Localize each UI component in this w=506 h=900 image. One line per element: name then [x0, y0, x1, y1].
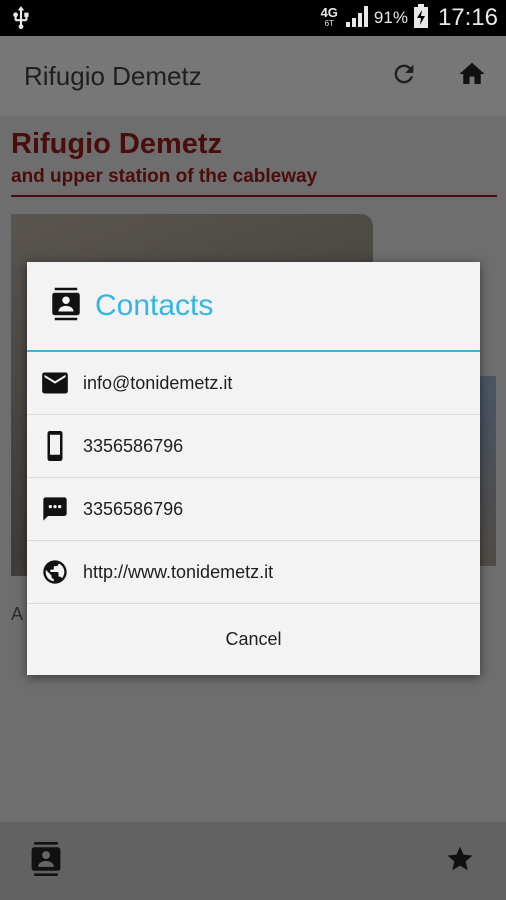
contact-website-item[interactable]: http://www.tonidemetz.it — [27, 541, 480, 604]
second-photo[interactable] — [478, 376, 496, 566]
clock: 17:16 — [437, 4, 498, 31]
status-bar: 4G 6T 91% 17:16 — [0, 0, 506, 36]
contacts-button[interactable] — [26, 841, 66, 881]
refresh-button[interactable] — [370, 36, 438, 116]
app-bar: Rifugio Demetz — [0, 36, 506, 116]
battery-charging-icon — [413, 3, 428, 33]
email-icon — [41, 369, 69, 397]
contact-sms-item[interactable]: 3356586796 — [27, 478, 480, 541]
sms-icon — [41, 495, 69, 523]
signal-icon — [344, 5, 368, 32]
home-icon — [457, 59, 487, 94]
contact-email-item[interactable]: info@tonidemetz.it — [27, 352, 480, 415]
dialog-title: Contacts — [95, 289, 214, 322]
contact-phone-item[interactable]: 3356586796 — [27, 415, 480, 478]
app-title: Rifugio Demetz — [24, 60, 202, 91]
refresh-icon — [390, 60, 418, 93]
contacts-icon — [30, 841, 62, 881]
contact-phone-text: 3356586796 — [83, 435, 184, 456]
contact-sms-text: 3356586796 — [83, 498, 184, 519]
contacts-dialog: Contacts info@tonidemetz.it 3356586796 3… — [27, 262, 480, 675]
battery-percent: 91% — [373, 8, 408, 27]
dialog-header: Contacts — [27, 262, 480, 352]
contacts-icon — [51, 287, 81, 326]
phone-icon — [41, 431, 69, 461]
globe-icon — [41, 558, 69, 586]
usb-icon — [8, 5, 34, 31]
home-button[interactable] — [438, 36, 506, 116]
page-title: Rifugio Demetz — [11, 128, 223, 160]
network-type: 4G 6T — [320, 5, 338, 28]
favorite-button[interactable] — [440, 841, 480, 881]
description-text: A — [11, 604, 24, 624]
cancel-button[interactable]: Cancel — [27, 604, 480, 674]
bottom-bar — [0, 822, 506, 900]
contact-website-text: http://www.tonidemetz.it — [83, 561, 274, 582]
page-subtitle: and upper station of the cableway — [11, 166, 318, 187]
star-icon — [445, 844, 475, 879]
title-divider — [11, 195, 497, 197]
contact-email-text: info@tonidemetz.it — [83, 372, 233, 393]
